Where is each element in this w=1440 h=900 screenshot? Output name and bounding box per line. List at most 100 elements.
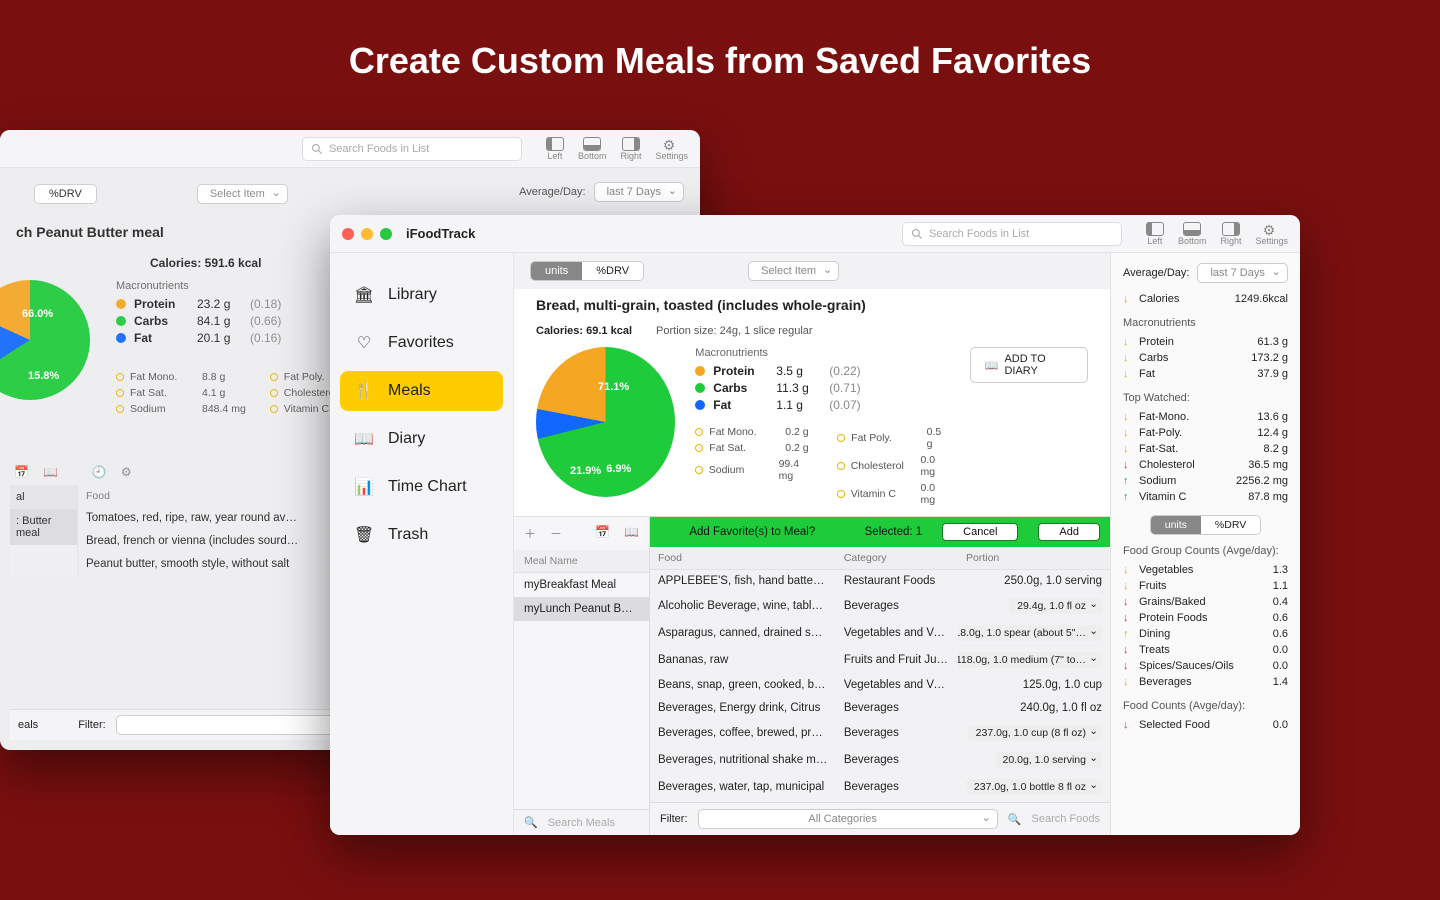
close-window-button[interactable] [342,228,354,240]
avg-range-select[interactable]: last 7 Days [1197,263,1287,283]
macro-row: Fat1.1 g(0.07) [695,398,949,412]
minimize-window-button[interactable] [361,228,373,240]
macro-row: Carbs11.3 g(0.71) [695,381,949,395]
portion-select[interactable]: 29.4g, 1.0 fl oz [1009,598,1102,614]
food-row[interactable]: Beverages, nutritional shake mix, high…B… [650,747,1110,774]
stat-row: ↓Protein Foods0.6 [1123,610,1288,626]
panel-right-button[interactable]: Right [1220,222,1241,246]
calories-value: Calories: 69.1 kcal [536,325,632,337]
zoom-window-button[interactable] [380,228,392,240]
stat-row: ↓Carbs173.2 g [1123,350,1288,366]
panel-left-button[interactable]: Left [546,137,564,161]
trash-icon: 🗑 [354,525,374,545]
food-row[interactable]: Beans, snap, green, cooked, boiled, dra…… [650,674,1110,697]
titlebar: iFoodTrack Search Foods in List Left Bot… [330,215,1300,253]
book-icon: 📖 [985,359,999,372]
stat-row: ↓Grains/Baked0.4 [1123,594,1288,610]
portion-select[interactable]: 118.0g, 1.0 medium (7" to… [958,652,1102,668]
back-pie-chart: 66.0% 15.8% [0,280,90,400]
stat-row: ↓Selected Food0.0 [1123,717,1288,733]
stat-row: ↓Cholesterol36.5 mg [1123,457,1288,473]
settings-button[interactable]: ⚙Settings [655,137,688,161]
hero-title: Create Custom Meals from Saved Favorites [0,40,1440,82]
stat-row: ↑Dining0.6 [1123,626,1288,642]
calendar-icon[interactable]: 📅 [595,525,610,542]
meals-list-panel: ＋ － 📅 📖 Meal Name myBreakfast MealmyLunc… [514,517,650,835]
stat-row: ↓Fat37.9 g [1123,366,1288,382]
favorites-food-table: Add Favorite(s) to Meal? Selected: 1 Can… [650,517,1110,835]
heart-icon: ♡ [354,333,374,353]
panel-bottom-button[interactable]: Bottom [1178,222,1207,246]
food-row[interactable]: Beverages, Energy drink, CitrusBeverages… [650,697,1110,720]
stat-row: ↑Sodium2256.2 mg [1123,473,1288,489]
app-title: iFoodTrack [406,226,475,241]
food-detail-panel: Bread, multi-grain, toasted (includes wh… [514,289,1110,516]
add-to-diary-button[interactable]: 📖 ADD TO DIARY [970,347,1088,383]
sidebar-item-diary[interactable]: 📖Diary [340,419,503,459]
stat-row: ↓Protein61.3 g [1123,334,1288,350]
book-icon[interactable]: 📖 [624,525,639,542]
search-input-back[interactable]: Search Foods in List [302,137,522,161]
settings-small-icon[interactable]: ⚙ [121,465,132,479]
meal-item[interactable]: myBreakfast Meal [514,573,649,597]
sidebar: 🏛Library ♡Favorites 🍴Meals 📖Diary 📊Time … [330,253,514,835]
search-foods-input[interactable]: Search Foods [1032,813,1100,825]
stat-row: ↓Spices/Sauces/Oils0.0 [1123,658,1288,674]
portion-select[interactable]: 237.0g, 1.0 cup (8 fl oz) [968,725,1102,741]
food-row[interactable]: Asparagus, canned, drained solidsVegetab… [650,620,1110,647]
stat-row: ↓Fat-Poly.12.4 g [1123,425,1288,441]
portion-value: Portion size: 24g, 1 slice regular [656,325,813,337]
food-row[interactable]: Beverages, coffee, brewed, prepared w…Be… [650,720,1110,747]
book-icon: 📖 [354,429,374,449]
stat-row: ↓Beverages1.4 [1123,674,1288,690]
portion-select[interactable]: 18.0g, 1.0 spear (about 5"… [958,625,1102,641]
portion-select[interactable]: 20.0g, 1.0 serving [995,752,1102,768]
stat-row: ↓Vegetables1.3 [1123,562,1288,578]
search-meals-input[interactable]: Search Meals [548,817,615,829]
stat-row: ↓Fat-Mono.13.6 g [1123,409,1288,425]
portion-select[interactable]: 237.0g, 1.0 bottle 8 fl oz [966,779,1102,795]
macronutrient-pie-chart: 71.1% 21.9% 6.9% [536,347,675,497]
sidebar-item-library[interactable]: 🏛Library [340,275,503,315]
stat-row: ↓Fat-Sat.8.2 g [1123,441,1288,457]
food-row[interactable]: Bananas, rawFruits and Fruit Juices118.0… [650,647,1110,674]
clock-icon[interactable]: 🕘 [92,465,107,479]
sidebar-item-favorites[interactable]: ♡Favorites [340,323,503,363]
remove-meal-button[interactable]: － [550,525,562,542]
settings-button[interactable]: ⚙Settings [1255,222,1288,246]
units-drv-segment-right[interactable]: units%DRV [1150,515,1262,535]
sidebar-item-timechart[interactable]: 📊Time Chart [340,467,503,507]
stats-panel: Average/Day: last 7 Days ↓Calories1249.6… [1110,253,1300,835]
meal-item[interactable]: myLunch Peanut Butter meal [514,597,649,621]
search-icon: 🔍 [524,816,538,829]
stat-row: ↓Treats0.0 [1123,642,1288,658]
library-icon: 🏛 [354,285,374,305]
units-drv-segment[interactable]: units%DRV [530,261,644,281]
stat-row: ↑Vitamin C87.8 mg [1123,489,1288,505]
food-row[interactable]: Alcoholic Beverage, wine, table, red, C…… [650,593,1110,620]
add-button[interactable]: Add [1038,523,1100,541]
food-row[interactable]: APPLEBEE'S, fish, hand batteredRestauran… [650,570,1110,593]
select-item-dropdown[interactable]: Select Item [748,261,839,281]
add-meal-button[interactable]: ＋ [524,525,536,542]
sidebar-item-trash[interactable]: 🗑Trash [340,515,503,555]
stat-row: ↓Fruits1.1 [1123,578,1288,594]
search-icon [311,143,323,155]
search-input[interactable]: Search Foods in List [902,222,1122,246]
search-icon [911,228,923,240]
panel-bottom-button[interactable]: Bottom [578,137,607,161]
food-row[interactable]: Beverages, water, tap, municipalBeverage… [650,774,1110,801]
filter-category-select[interactable]: All Categories [698,809,998,829]
meals-icon: 🍴 [354,381,374,401]
calendar-icon[interactable]: 📅 [14,465,29,479]
book-icon[interactable]: 📖 [43,465,58,479]
search-icon: 🔍 [1008,813,1022,826]
confirm-add-bar: Add Favorite(s) to Meal? Selected: 1 Can… [650,517,1110,547]
food-title: Bread, multi-grain, toasted (includes wh… [536,297,1088,313]
cancel-button[interactable]: Cancel [942,523,1018,541]
main-window: iFoodTrack Search Foods in List Left Bot… [330,215,1300,835]
panel-left-button[interactable]: Left [1146,222,1164,246]
macro-row: Protein3.5 g(0.22) [695,364,949,378]
sidebar-item-meals[interactable]: 🍴Meals [340,371,503,411]
panel-right-button[interactable]: Right [620,137,641,161]
